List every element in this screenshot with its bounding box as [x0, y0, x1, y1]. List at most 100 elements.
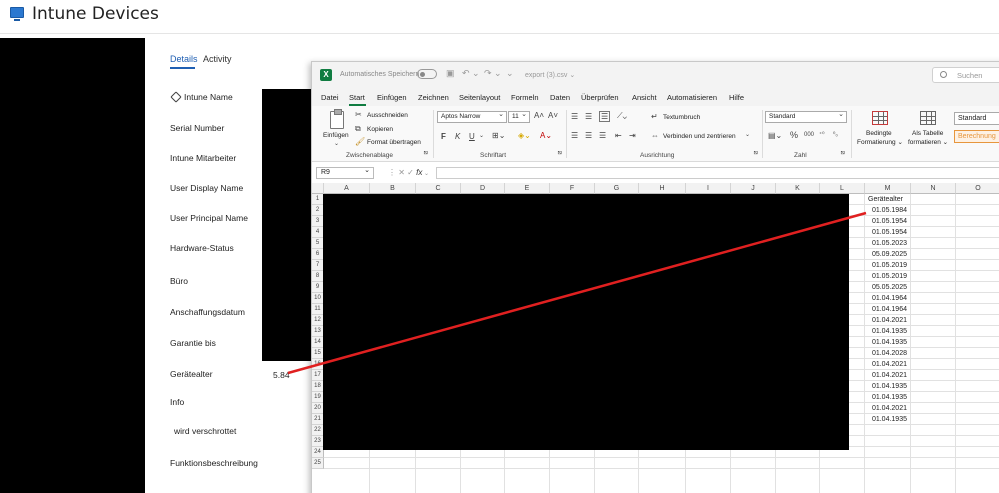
column-header-j[interactable]: J	[731, 183, 776, 194]
paste-button[interactable]: Einfügen	[323, 132, 349, 139]
column-header-n[interactable]: N	[911, 183, 956, 194]
tab-activity[interactable]: Activity	[203, 54, 232, 64]
conditional-formatting-label-2[interactable]: Formatierung ⌄	[857, 138, 903, 146]
column-header-f[interactable]: F	[550, 183, 595, 194]
merge-center-button[interactable]: Verbinden und zentrieren	[663, 133, 736, 140]
underline-button[interactable]: U	[469, 132, 475, 141]
cancel-icon[interactable]: ✕	[398, 168, 407, 177]
formula-input[interactable]	[436, 167, 999, 179]
tab-hilfe[interactable]: Hilfe	[729, 93, 744, 102]
fx-dropdown-icon[interactable]: ⌄	[422, 171, 429, 177]
cell-m11[interactable]: 01.04.1964	[866, 304, 910, 315]
tab-details[interactable]: Details	[170, 54, 198, 64]
column-header-m[interactable]: M	[865, 183, 911, 194]
thousands-separator-icon[interactable]: 000	[804, 132, 814, 138]
align-right-icon[interactable]: ☰	[599, 131, 606, 140]
grow-font-icon[interactable]: A˄	[534, 111, 544, 120]
cell-m1-header[interactable]: Gerätealter	[868, 194, 912, 205]
cell-m13[interactable]: 01.04.1935	[866, 326, 910, 337]
number-format-select[interactable]: Standard	[765, 110, 847, 123]
bold-button[interactable]: F	[441, 132, 446, 141]
column-header-k[interactable]: K	[776, 183, 820, 194]
align-left-icon[interactable]: ☰	[571, 131, 578, 140]
underline-dropdown-icon[interactable]: ⌄	[479, 132, 484, 139]
autosave-toggle[interactable]	[417, 69, 437, 79]
decrease-decimal-icon[interactable]: ⁰₀	[833, 131, 838, 138]
font-name-select[interactable]: Aptos Narrow	[437, 110, 507, 123]
cell-m16[interactable]: 01.04.2021	[866, 359, 910, 370]
font-launcher-icon[interactable]: ⧅	[558, 150, 562, 157]
cell-m19[interactable]: 01.04.1935	[866, 392, 910, 403]
customize-qat-icon[interactable]: ⌄	[506, 68, 514, 79]
copy-button[interactable]: Kopieren	[367, 126, 393, 133]
decrease-indent-icon[interactable]: ⇤	[615, 131, 622, 140]
shrink-font-icon[interactable]: A˅	[548, 111, 558, 120]
align-center-icon[interactable]: ☰	[585, 131, 592, 140]
cell-m10[interactable]: 01.04.1964	[866, 293, 910, 304]
increase-indent-icon[interactable]: ⇥	[629, 131, 636, 140]
alignment-launcher-icon[interactable]: ⧅	[754, 150, 758, 157]
cell-m17[interactable]: 01.04.2021	[866, 370, 910, 381]
tab-zeichnen[interactable]: Zeichnen	[418, 93, 449, 102]
format-painter-button[interactable]: Format übertragen	[367, 139, 421, 146]
cell-m6[interactable]: 05.09.2025	[866, 249, 910, 260]
column-header-i[interactable]: I	[686, 183, 731, 194]
orientation-icon[interactable]: ⟋⌄	[617, 111, 627, 121]
cell-m3[interactable]: 01.05.1954	[866, 216, 910, 227]
align-top-icon[interactable]: ☰	[571, 112, 578, 121]
format-as-table-label-2[interactable]: formatieren ⌄	[908, 138, 948, 146]
undo-icon[interactable]: ↶ ⌄	[462, 68, 480, 79]
enter-icon[interactable]: ✓	[407, 168, 416, 177]
font-size-select[interactable]: 11	[508, 110, 530, 123]
fill-color-icon[interactable]: ◈⌄	[518, 131, 531, 140]
cell-m12[interactable]: 01.04.2021	[866, 315, 910, 326]
worksheet-grid[interactable]: A B C D E F G H I J K L M N O 1 2 3 4 5 6 7 8 9 10 11 12 13 14 15 16 17…	[312, 183, 999, 493]
cell-m5[interactable]: 01.05.2023	[866, 238, 910, 249]
percent-icon[interactable]: %	[790, 130, 798, 140]
column-header-c[interactable]: C	[416, 183, 461, 194]
font-color-icon[interactable]: A⌄	[540, 131, 552, 140]
align-middle-icon[interactable]: ☰	[585, 112, 592, 121]
merge-dropdown-icon[interactable]: ⌄	[745, 131, 750, 138]
select-all-corner[interactable]	[312, 183, 324, 194]
cell-m15[interactable]: 01.04.2028	[866, 348, 910, 359]
paste-dropdown-icon[interactable]: ⌄	[334, 140, 339, 147]
clipboard-launcher-icon[interactable]: ⧅	[424, 150, 428, 157]
align-bottom-icon[interactable]: ☰	[599, 111, 611, 122]
number-launcher-icon[interactable]: ⧅	[841, 150, 845, 157]
cell-m14[interactable]: 01.04.1935	[866, 337, 910, 348]
cell-style-berechnung[interactable]: Berechnung	[954, 130, 999, 143]
column-header-o[interactable]: O	[956, 183, 999, 194]
file-name[interactable]: export (3).csv ⌄	[525, 71, 575, 79]
column-header-g[interactable]: G	[595, 183, 639, 194]
increase-decimal-icon[interactable]: ⁺⁰	[819, 131, 825, 138]
more-options-icon[interactable]: ⋮	[388, 168, 398, 177]
column-header-d[interactable]: D	[461, 183, 505, 194]
tab-daten[interactable]: Daten	[550, 93, 570, 102]
row-header-25[interactable]: 25	[312, 458, 324, 469]
cell-m21[interactable]: 01.04.1935	[866, 414, 910, 425]
cell-m8[interactable]: 01.05.2019	[866, 271, 910, 282]
column-header-b[interactable]: B	[370, 183, 416, 194]
cell-m20[interactable]: 01.04.2021	[866, 403, 910, 414]
column-header-e[interactable]: E	[505, 183, 550, 194]
cell-m7[interactable]: 01.05.2019	[866, 260, 910, 271]
paste-icon[interactable]	[330, 109, 344, 129]
tab-seitenlayout[interactable]: Seitenlayout	[459, 93, 500, 102]
tab-ansicht[interactable]: Ansicht	[632, 93, 657, 102]
conditional-formatting-label-1[interactable]: Bedingte	[866, 130, 892, 137]
tab-start[interactable]: Start	[349, 93, 365, 102]
redo-icon[interactable]: ↷ ⌄	[484, 68, 502, 79]
column-header-l[interactable]: L	[820, 183, 865, 194]
tab-automatisieren[interactable]: Automatisieren	[667, 93, 717, 102]
wrap-text-button[interactable]: Textumbruch	[663, 114, 700, 121]
search-box[interactable]: Suchen	[932, 67, 999, 83]
cell-m2[interactable]: 01.05.1984	[866, 205, 910, 216]
cell-m18[interactable]: 01.04.1935	[866, 381, 910, 392]
cell-m9[interactable]: 05.05.2025	[866, 282, 910, 293]
cell-style-standard[interactable]: Standard	[954, 112, 999, 125]
save-icon[interactable]: ▣	[446, 68, 455, 79]
cut-button[interactable]: Ausschneiden	[367, 112, 408, 119]
column-header-h[interactable]: H	[639, 183, 686, 194]
tab-ueberpruefen[interactable]: Überprüfen	[581, 93, 619, 102]
